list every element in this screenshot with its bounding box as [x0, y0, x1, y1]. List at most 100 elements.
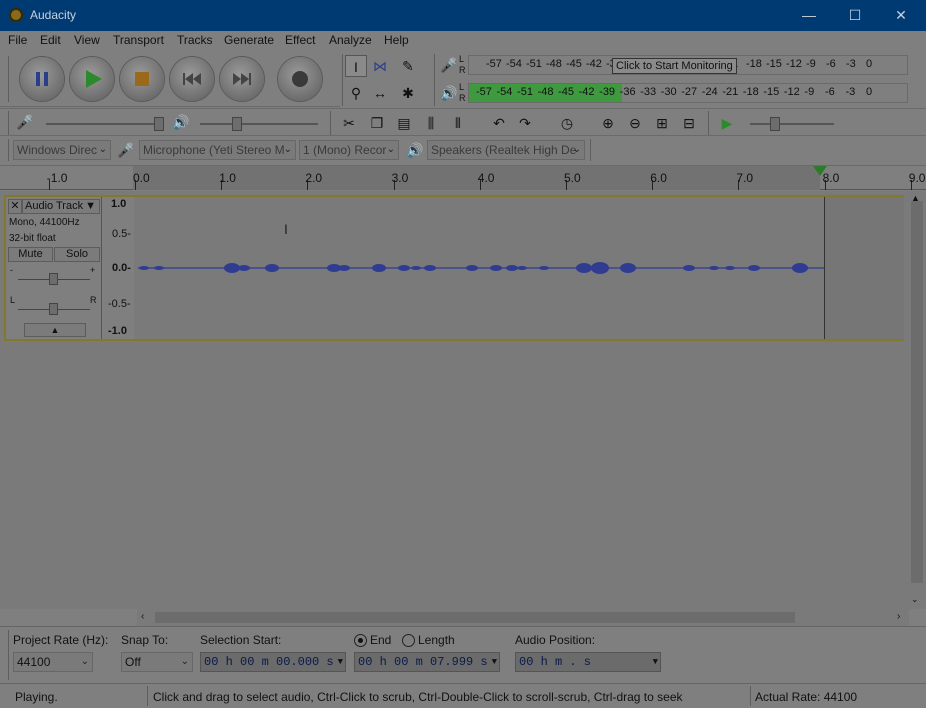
waveform-peak: [139, 266, 149, 270]
cut-icon[interactable]: ✂: [338, 112, 360, 134]
menu-transport[interactable]: Transport: [113, 33, 164, 47]
track-menu-button[interactable]: Audio Track ▼: [22, 199, 100, 214]
copy-icon[interactable]: ❐: [366, 112, 388, 134]
menu-edit[interactable]: Edit: [40, 33, 61, 47]
project-rate-select[interactable]: 44100 ⌄: [13, 652, 93, 672]
vertical-scroll-thumb[interactable]: [911, 201, 923, 583]
play-speed-thumb[interactable]: [770, 117, 780, 131]
envelope-tool-icon[interactable]: ⋈: [369, 55, 391, 77]
recording-channels-select[interactable]: 1 (Mono) Recor ⌄: [299, 140, 399, 160]
menu-effect[interactable]: Effect: [285, 33, 315, 47]
selection-tool-icon[interactable]: I: [345, 55, 367, 77]
menu-tracks[interactable]: Tracks: [177, 33, 213, 47]
waveform-peak: [748, 265, 760, 271]
waveform-peak: [620, 263, 636, 273]
playback-meter-tick: -24: [701, 86, 718, 98]
waveform-peak: [265, 264, 279, 272]
scroll-left-arrow-icon[interactable]: ‹: [141, 611, 144, 622]
mute-button[interactable]: Mute: [8, 247, 53, 262]
recording-device-select[interactable]: Microphone (Yeti Stereo M ⌄: [139, 140, 296, 160]
hint-status: Click and drag to select audio, Ctrl-Cli…: [153, 690, 683, 704]
playback-meter-tick: -51: [517, 86, 533, 98]
playback-volume-speaker-icon: 🔊: [172, 114, 190, 130]
record-button[interactable]: [278, 57, 322, 101]
selection-end-time[interactable]: 00 h 00 m 07.999 s ▼: [354, 652, 500, 672]
paste-icon[interactable]: ▤: [393, 112, 415, 134]
vertical-scrollbar[interactable]: ▲ ⌄: [908, 191, 926, 609]
recording-volume-slider[interactable]: [46, 123, 164, 125]
menu-file[interactable]: File: [8, 33, 27, 47]
snap-to-select[interactable]: Off ⌄: [121, 652, 193, 672]
scale-label-top: 1.0: [111, 198, 127, 210]
record-meter-tick: -3: [846, 58, 856, 70]
recording-volume-thumb[interactable]: [154, 117, 164, 131]
play-button[interactable]: [70, 57, 114, 101]
tools-toolbar: I ⋈ ✎ ⚲ ↔ ✱: [341, 52, 433, 107]
fit-selection-icon[interactable]: ⊞: [651, 112, 673, 134]
skip-to-end-button[interactable]: [220, 57, 264, 101]
maximize-button[interactable]: ☐: [832, 0, 878, 31]
track-close-button[interactable]: ✕: [8, 199, 22, 214]
playback-volume-slider[interactable]: [200, 123, 318, 125]
selection-start-time[interactable]: 00 h 00 m 00.000 s ▼: [200, 652, 346, 672]
minimize-button[interactable]: —: [786, 0, 832, 31]
sync-lock-icon[interactable]: ◷: [556, 112, 578, 134]
horizontal-scroll-thumb[interactable]: [155, 612, 795, 623]
fit-project-icon[interactable]: ⊟: [678, 112, 700, 134]
redo-icon[interactable]: ↷: [514, 112, 536, 134]
trim-audio-icon[interactable]: ⫼: [420, 112, 442, 134]
length-radio[interactable]: [402, 634, 415, 647]
waveform-display[interactable]: I: [134, 197, 904, 339]
audacity-window: Audacity — ☐ ✕ File Edit View Transport …: [0, 0, 926, 708]
waveform-peak: [576, 263, 592, 273]
multi-tool-icon[interactable]: ✱: [397, 82, 419, 104]
scroll-right-arrow-icon[interactable]: ›: [897, 611, 900, 622]
undo-icon[interactable]: ↶: [488, 112, 510, 134]
audio-host-select[interactable]: Windows Direc ⌄: [13, 140, 111, 160]
playback-meter-scale: -57 -54 -51 -48 -45 -42 -39 -36 -33 -30 -27 -24 -21-…: [476, 86, 902, 100]
stop-button[interactable]: [120, 57, 164, 101]
solo-button[interactable]: Solo: [54, 247, 100, 262]
horizontal-scrollbar[interactable]: ‹ ›: [137, 609, 909, 626]
silence-audio-icon[interactable]: ⫴: [447, 112, 469, 134]
skip-to-start-button[interactable]: [170, 57, 214, 101]
draw-tool-icon[interactable]: ✎: [397, 55, 419, 77]
menu-generate[interactable]: Generate: [224, 33, 274, 47]
playback-device-select[interactable]: Speakers (Realtek High De ⌄: [427, 140, 585, 160]
pan-slider-thumb[interactable]: [49, 303, 58, 315]
ruler-tick-label: -1.0: [46, 171, 68, 185]
zoom-in-icon[interactable]: ⊕: [597, 112, 619, 134]
menu-bar: File Edit View Transport Tracks Generate…: [0, 31, 926, 51]
playback-volume-thumb[interactable]: [232, 117, 242, 131]
audio-position-time[interactable]: 00 h m . s ▼: [515, 652, 661, 672]
audio-track[interactable]: ✕ Audio Track ▼ Mono, 44100Hz 32-bit floa…: [4, 195, 904, 341]
record-meter-tick: -54: [506, 58, 522, 70]
ruler-tick-label: 2.0: [305, 171, 323, 185]
pause-icon: [36, 72, 48, 86]
collapse-track-button[interactable]: ▲: [24, 323, 86, 337]
meter-toolbar: 🎤 L R -57-54-51-48-45-42-321-18-15-12-9-…: [434, 52, 926, 107]
record-icon: [292, 71, 308, 87]
scroll-down-arrow-icon[interactable]: ⌄: [911, 594, 919, 605]
pause-button[interactable]: [20, 57, 64, 101]
playback-meter-tick: -30: [660, 86, 677, 98]
menu-help[interactable]: Help: [384, 33, 409, 47]
end-radio[interactable]: [354, 634, 367, 647]
track-area[interactable]: ✕ Audio Track ▼ Mono, 44100Hz 32-bit floa…: [0, 191, 908, 609]
play-speed-slider[interactable]: [750, 123, 834, 125]
menu-view[interactable]: View: [74, 33, 100, 47]
timeline-ruler[interactable]: -1.0 0.0 1.0 2.0 3.0 4.0 5.0 6.0 7.0 8.0 9.0: [0, 165, 926, 190]
zoom-out-icon[interactable]: ⊖: [624, 112, 646, 134]
timeshift-tool-icon[interactable]: ↔: [369, 82, 391, 104]
play-at-speed-icon[interactable]: ▶: [716, 112, 738, 134]
record-meter-mic-icon[interactable]: 🎤: [438, 54, 460, 76]
selection-start-label: Selection Start:: [200, 633, 282, 647]
vertical-amplitude-ruler[interactable]: 1.0 0.5- 0.0- -0.5- -1.0: [103, 197, 133, 339]
record-meter-tick: -9: [806, 58, 816, 70]
play-head-icon[interactable]: [813, 166, 827, 178]
zoom-tool-icon[interactable]: ⚲: [345, 82, 367, 104]
menu-analyze[interactable]: Analyze: [329, 33, 372, 47]
gain-slider-thumb[interactable]: [49, 273, 58, 285]
playback-meter-speaker-icon[interactable]: 🔊: [438, 82, 460, 104]
close-button[interactable]: ✕: [878, 0, 924, 31]
